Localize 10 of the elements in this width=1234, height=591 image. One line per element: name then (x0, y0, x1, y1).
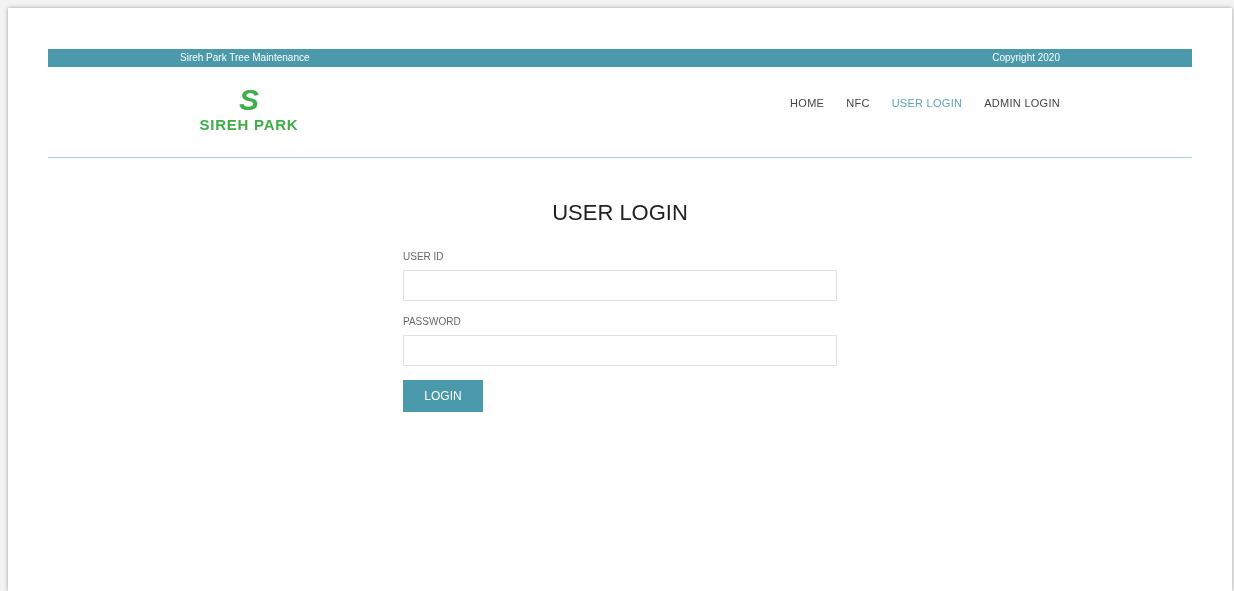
input-field[interactable] (403, 270, 837, 301)
copyright-text: Copyright 2020 (992, 53, 1060, 63)
field-label: USER ID (403, 252, 444, 262)
site-name: Sireh Park Tree Maintenance (180, 53, 310, 63)
nav-link[interactable]: ADMIN LOGIN (984, 95, 1060, 112)
page-heading: USER LOGIN (552, 202, 688, 224)
nav-link[interactable]: HOME (790, 95, 825, 112)
field-label: PASSWORD (403, 317, 461, 327)
input-field[interactable] (403, 335, 837, 366)
nav-link[interactable]: NFC (846, 95, 870, 112)
